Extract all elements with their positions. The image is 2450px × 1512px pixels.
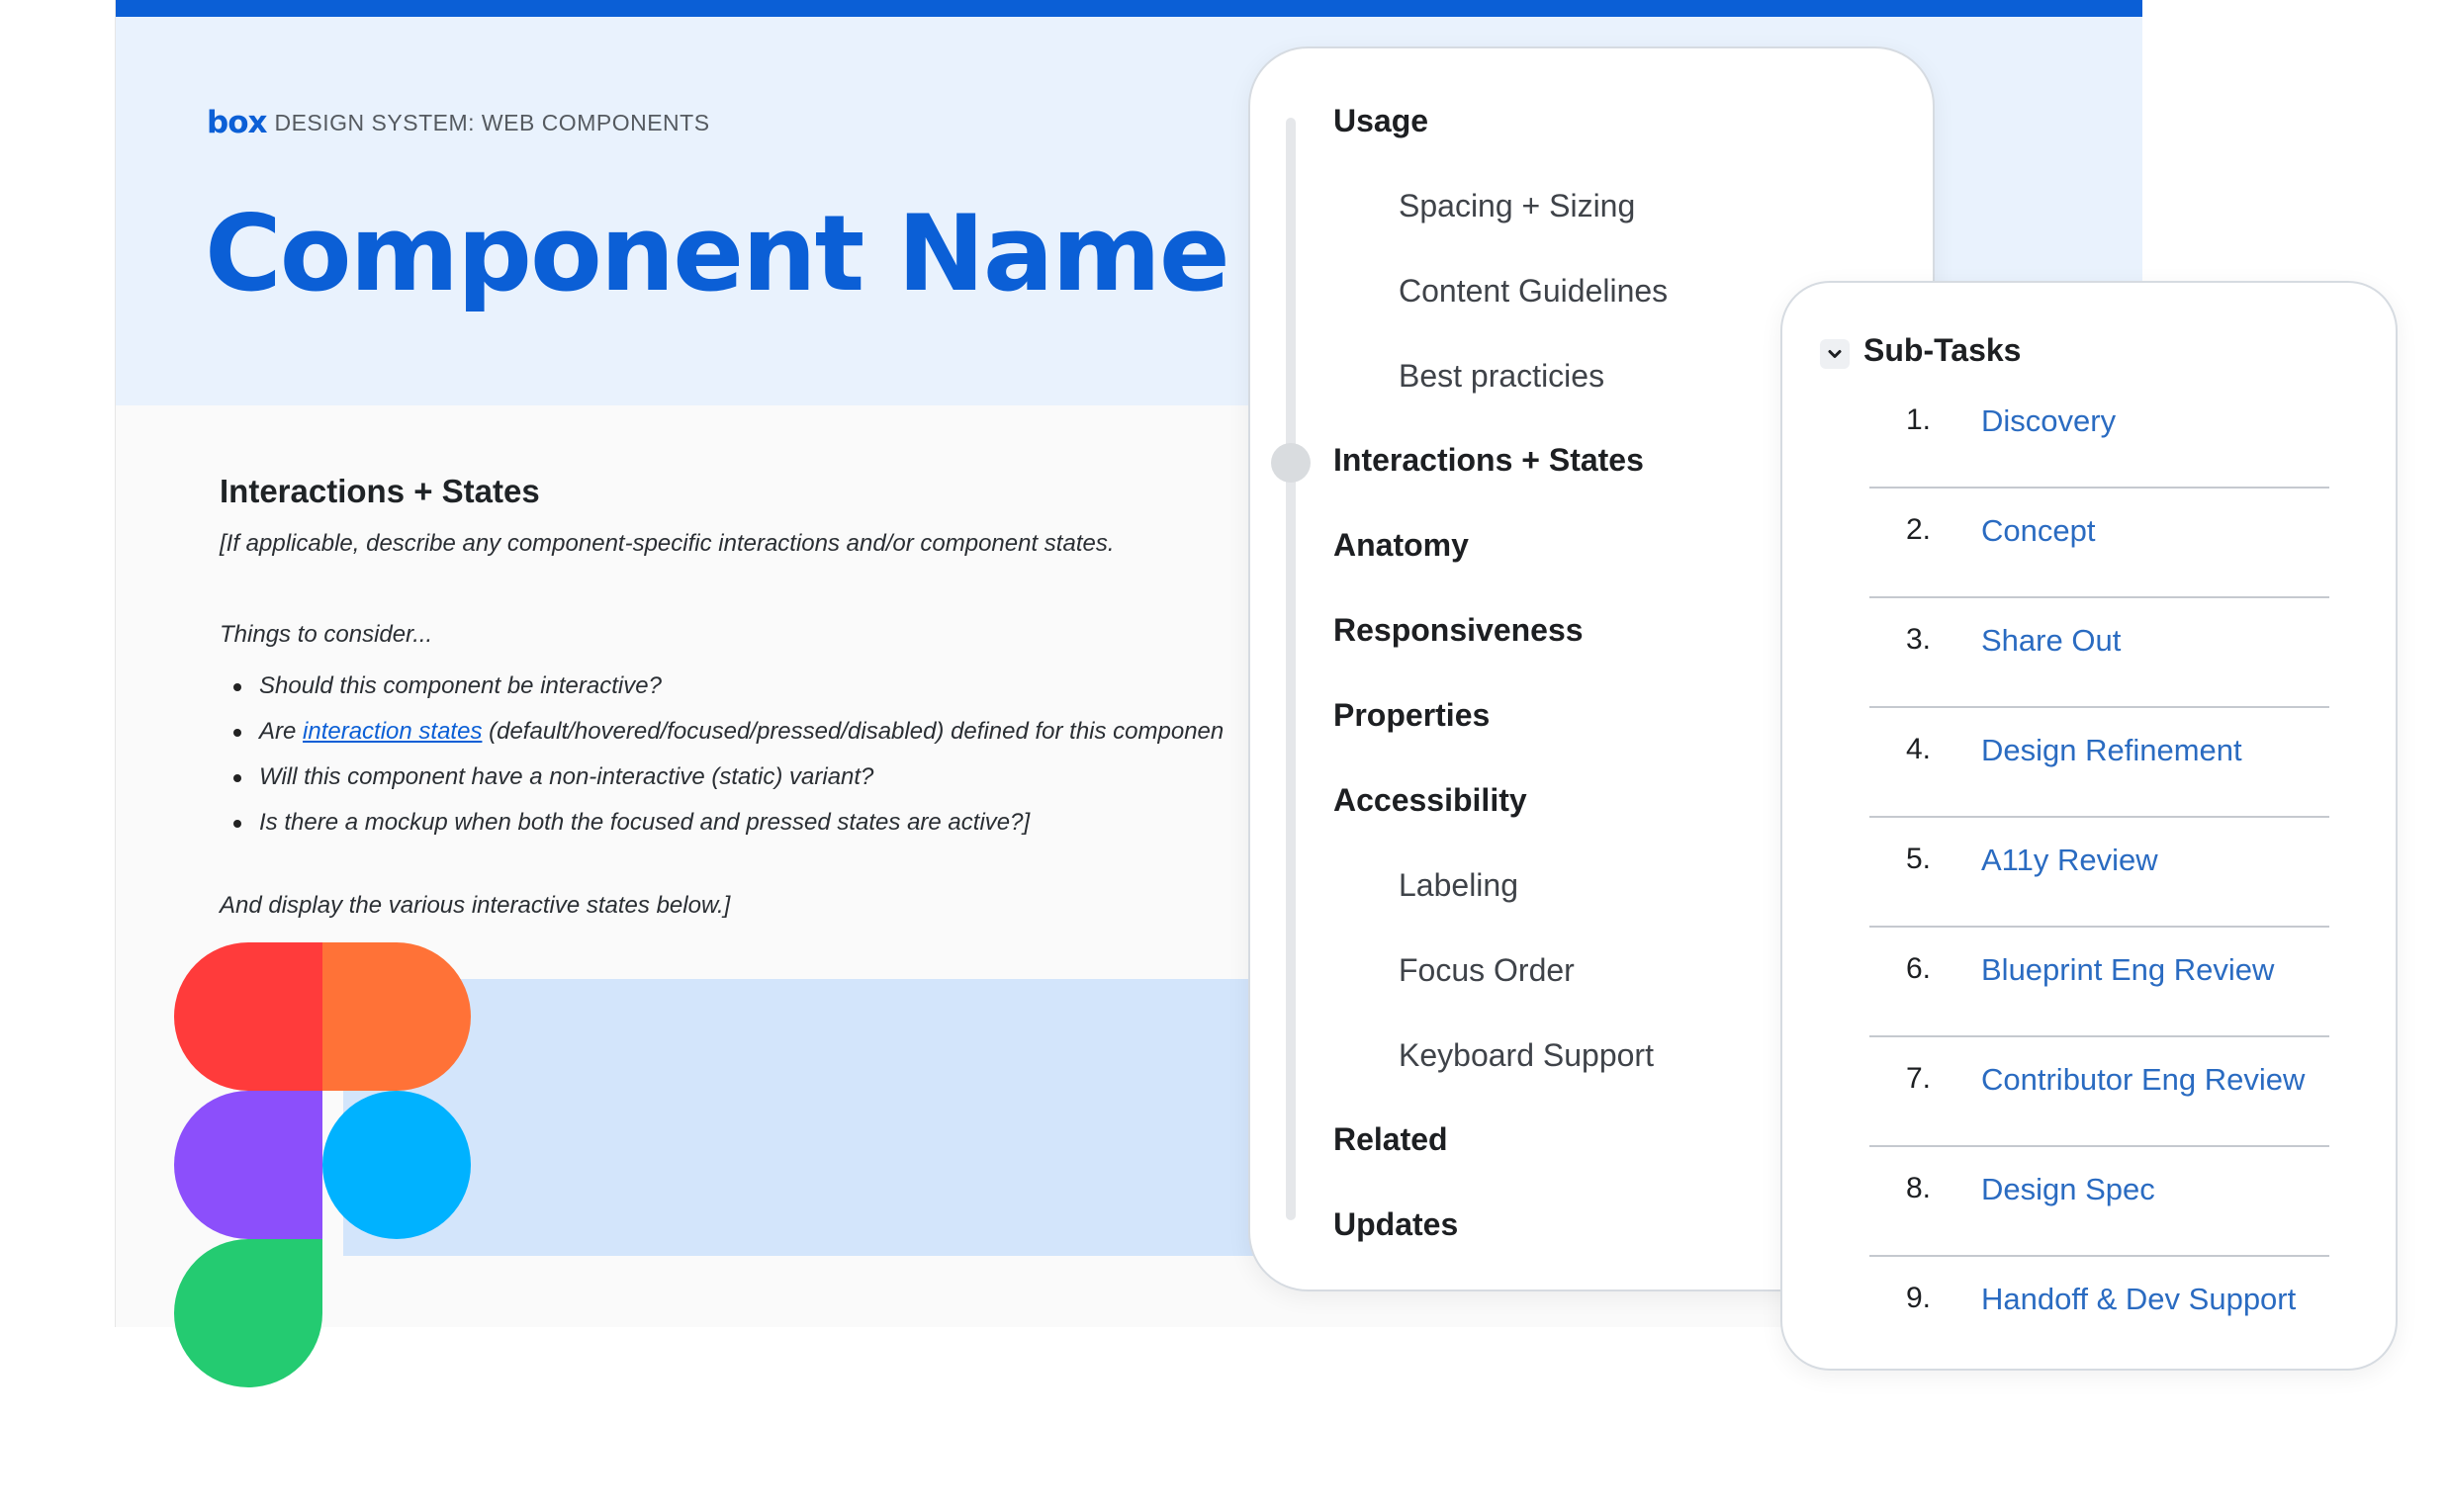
top-accent-bar xyxy=(116,0,2142,17)
section-heading: Interactions + States xyxy=(220,473,540,509)
task-link-a11y-review[interactable]: A11y Review xyxy=(1981,843,2158,878)
toc-item-keyboard-support[interactable]: Keyboard Support xyxy=(1399,1037,1654,1074)
task-number: 2. xyxy=(1906,513,1932,546)
task-link-share-out[interactable]: Share Out xyxy=(1981,623,2121,659)
task-link-handoff-dev-support[interactable]: Handoff & Dev Support xyxy=(1981,1282,2296,1317)
list-item: 6. Blueprint Eng Review xyxy=(1869,926,2329,1037)
list-item: Is there a mockup when both the focused … xyxy=(220,800,1224,845)
toc-item-interactions-states[interactable]: Interactions + States xyxy=(1333,442,1644,479)
toc-item-spacing-sizing[interactable]: Spacing + Sizing xyxy=(1399,188,1635,224)
list-item-text: Will this component have a non-interacti… xyxy=(259,763,874,790)
figma-green-shape xyxy=(174,1239,322,1387)
brand-label: DESIGN SYSTEM: WEB COMPONENTS xyxy=(274,109,710,135)
list-item: 2. Concept xyxy=(1869,487,2329,598)
list-item: 5. A11y Review xyxy=(1869,816,2329,928)
task-number: 1. xyxy=(1906,403,1932,436)
figma-red-shape xyxy=(174,942,322,1091)
subtasks-title: Sub-Tasks xyxy=(1863,332,2022,368)
task-link-blueprint-eng-review[interactable]: Blueprint Eng Review xyxy=(1981,952,2274,988)
figma-blue-shape xyxy=(322,1091,471,1239)
task-number: 3. xyxy=(1906,623,1932,656)
page-title: Component Name xyxy=(205,193,1230,314)
brand-header: box DESIGN SYSTEM: WEB COMPONENTS xyxy=(207,105,710,140)
considerations-list: Should this component be interactive? Ar… xyxy=(220,664,1224,845)
toc-item-responsiveness[interactable]: Responsiveness xyxy=(1333,612,1584,649)
section-content: Interactions + States [If applicable, de… xyxy=(220,473,1406,919)
toc-item-labeling[interactable]: Labeling xyxy=(1399,867,1518,904)
list-item: 4. Design Refinement xyxy=(1869,706,2329,818)
toc-scroll-rail xyxy=(1286,118,1296,1220)
chevron-down-icon[interactable] xyxy=(1820,339,1850,369)
interaction-states-link[interactable]: interaction states xyxy=(303,718,482,745)
task-number: 8. xyxy=(1906,1172,1932,1204)
task-number: 9. xyxy=(1906,1282,1932,1314)
figma-logo-icon xyxy=(174,942,471,1387)
states-demo-area xyxy=(343,979,1382,1256)
things-to-consider-label: Things to consider... xyxy=(220,621,433,648)
toc-item-anatomy[interactable]: Anatomy xyxy=(1333,527,1469,564)
task-link-concept[interactable]: Concept xyxy=(1981,513,2095,549)
toc-item-accessibility[interactable]: Accessibility xyxy=(1333,782,1527,819)
task-link-discovery[interactable]: Discovery xyxy=(1981,403,2116,439)
task-number: 4. xyxy=(1906,733,1932,765)
toc-item-content-guidelines[interactable]: Content Guidelines xyxy=(1399,273,1668,310)
toc-item-focus-order[interactable]: Focus Order xyxy=(1399,952,1575,989)
task-number: 6. xyxy=(1906,952,1932,985)
list-item-text: Should this component be interactive? xyxy=(259,672,662,699)
toc-item-related[interactable]: Related xyxy=(1333,1121,1448,1158)
list-item: 9. Handoff & Dev Support xyxy=(1869,1255,2329,1365)
list-item: Should this component be interactive? xyxy=(220,664,1224,709)
box-logo: box xyxy=(207,105,267,140)
list-item: Are interaction states (default/hovered/… xyxy=(220,709,1224,755)
section-description: [If applicable, describe any component-s… xyxy=(220,530,1115,557)
task-number: 5. xyxy=(1906,843,1932,875)
toc-item-updates[interactable]: Updates xyxy=(1333,1206,1458,1243)
toc-active-indicator xyxy=(1271,443,1311,483)
list-item: 1. Discovery xyxy=(1869,377,2329,489)
toc-item-usage[interactable]: Usage xyxy=(1333,103,1428,139)
list-item-text: Is there a mockup when both the focused … xyxy=(259,809,1031,836)
task-link-design-spec[interactable]: Design Spec xyxy=(1981,1172,2155,1207)
list-item-text: Are xyxy=(259,718,304,745)
list-item: Will this component have a non-interacti… xyxy=(220,755,1224,800)
list-item: 3. Share Out xyxy=(1869,596,2329,708)
toc-item-best-practices[interactable]: Best practicies xyxy=(1399,358,1604,395)
list-item: 7. Contributor Eng Review xyxy=(1869,1035,2329,1147)
list-item: 8. Design Spec xyxy=(1869,1145,2329,1257)
task-link-contributor-eng-review[interactable]: Contributor Eng Review xyxy=(1981,1062,2305,1098)
task-link-design-refinement[interactable]: Design Refinement xyxy=(1981,733,2242,768)
list-item-text: (default/hovered/focused/pressed/disable… xyxy=(482,718,1225,745)
figma-orange-shape xyxy=(322,942,471,1091)
closing-note: And display the various interactive stat… xyxy=(220,892,731,919)
subtasks-panel: Sub-Tasks 1. Discovery 2. Concept 3. Sha… xyxy=(1780,281,2398,1371)
task-number: 7. xyxy=(1906,1062,1932,1095)
figma-purple-shape xyxy=(174,1091,322,1239)
toc-item-properties[interactable]: Properties xyxy=(1333,697,1490,734)
